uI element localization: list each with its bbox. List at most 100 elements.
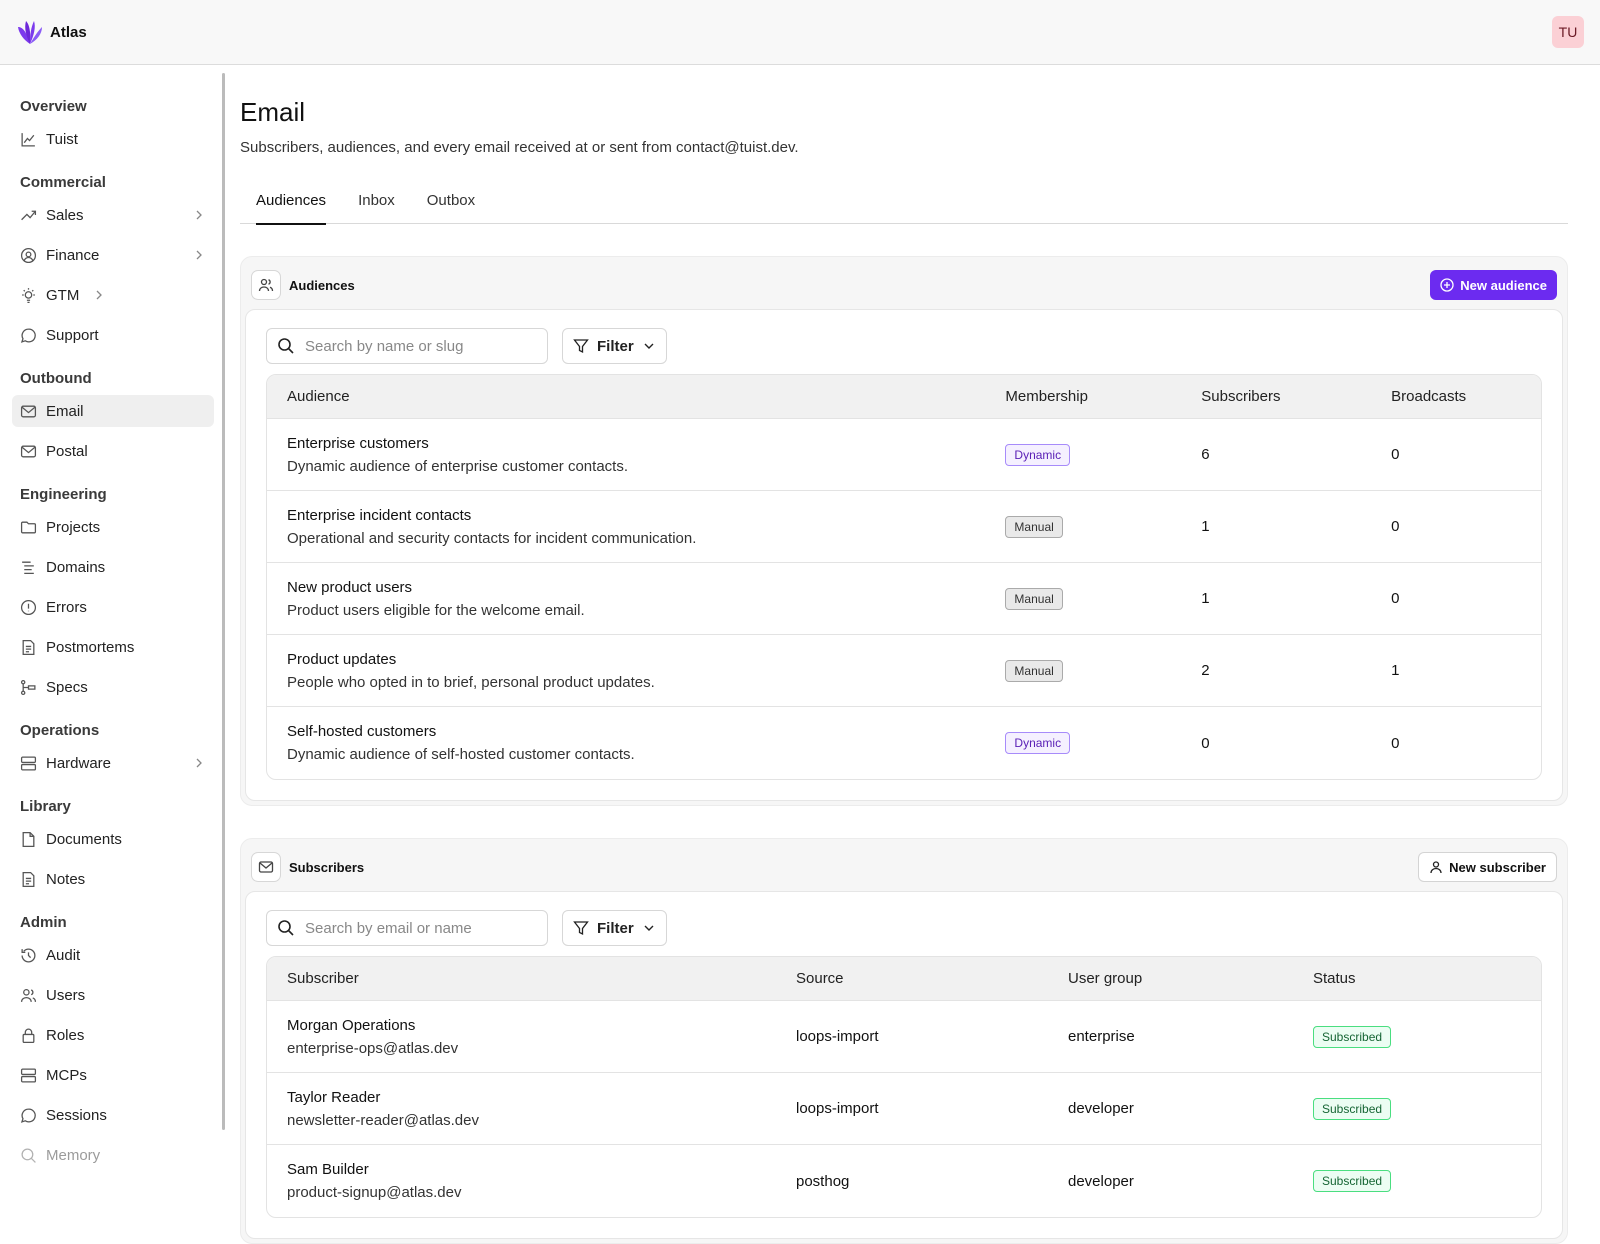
- col-subscribers[interactable]: Subscribers: [1181, 388, 1371, 405]
- audience-name[interactable]: Enterprise customers: [287, 435, 985, 452]
- sidebar-item-label: MCPs: [46, 1066, 87, 1084]
- sidebar-item-label: GTM: [46, 286, 80, 304]
- user-avatar[interactable]: TU: [1552, 16, 1584, 48]
- table-row[interactable]: Sam Builder product-signup@atlas.dev posth…: [267, 1145, 1541, 1217]
- sidebar-item-sessions[interactable]: Sessions: [12, 1099, 214, 1131]
- col-source[interactable]: Source: [776, 970, 1048, 987]
- table-row[interactable]: New product users Product users eligible …: [267, 563, 1541, 635]
- main-content: Email Subscribers, audiences, and every …: [240, 65, 1568, 1244]
- audiences-table: Audience Membership Subscribers Broadcas…: [266, 374, 1542, 780]
- col-status[interactable]: Status: [1293, 970, 1533, 987]
- subscriber-email: newsletter-reader@atlas.dev: [287, 1111, 479, 1129]
- sidebar-item-email[interactable]: Email: [12, 395, 214, 427]
- sidebar-item-label: Postmortems: [46, 638, 135, 656]
- audience-name[interactable]: Product updates: [287, 651, 985, 668]
- table-row[interactable]: Product updates People who opted in to br…: [267, 635, 1541, 707]
- status-badge: Subscribed: [1313, 1025, 1392, 1048]
- sidebar-item-audit[interactable]: Audit: [12, 939, 214, 971]
- sidebar-item-postal[interactable]: Postal: [12, 435, 214, 467]
- audience-search-input[interactable]: Search by name or slug: [266, 328, 548, 364]
- sidebar-item-label: Domains: [46, 558, 106, 576]
- sidebar-item-label: Hardware: [46, 754, 112, 772]
- sidebar-item-memory[interactable]: Memory: [12, 1139, 214, 1171]
- sidebar-item-roles[interactable]: Roles: [12, 1019, 214, 1051]
- sidebar-item-projects[interactable]: Projects: [12, 511, 214, 543]
- sidebar-item-mcps[interactable]: MCPs: [12, 1059, 214, 1091]
- col-audience[interactable]: Audience: [267, 388, 985, 405]
- col-membership[interactable]: Membership: [985, 388, 1181, 405]
- subscriber-email: enterprise-ops@atlas.dev: [287, 1039, 459, 1057]
- doc-icon: [20, 639, 37, 656]
- sidebar-item-label: Roles: [46, 1026, 85, 1044]
- membership-badge: Manual: [1005, 659, 1063, 682]
- sidebar-item-sales[interactable]: Sales: [12, 199, 214, 231]
- subscriber-count: 1: [1201, 518, 1210, 535]
- sidebar-item-support[interactable]: Support: [12, 319, 214, 351]
- sidebar-item-users[interactable]: Users: [12, 979, 214, 1011]
- sidebar-item-tuist[interactable]: Tuist: [12, 123, 214, 155]
- col-broadcasts[interactable]: Broadcasts: [1371, 388, 1541, 405]
- tab-inbox[interactable]: Inbox: [342, 192, 411, 224]
- sidebar-item-domains[interactable]: Domains: [12, 551, 214, 583]
- alert-icon: [20, 599, 37, 616]
- status-badge: Subscribed: [1313, 1170, 1392, 1192]
- subscriber-name[interactable]: Sam Builder: [287, 1161, 776, 1178]
- sidebar-item-specs[interactable]: Specs: [12, 671, 214, 703]
- sidebar-item-label: Users: [46, 986, 86, 1004]
- broadcast-count: 1: [1391, 662, 1400, 679]
- sidebar-item-label: Memory: [46, 1146, 101, 1164]
- sidebar-item-label: Tuist: [46, 130, 78, 148]
- sidebar-item-notes[interactable]: Notes: [12, 863, 214, 895]
- sidebar-scrollbar[interactable]: [222, 73, 225, 1130]
- brand[interactable]: Atlas: [16, 18, 87, 46]
- subscriber-filter-button[interactable]: Filter: [562, 910, 667, 946]
- chevron-right-icon: [92, 288, 106, 302]
- table-row[interactable]: Enterprise customers Dynamic audience of …: [267, 419, 1541, 491]
- audience-description: People who opted in to brief, personal p…: [287, 673, 655, 691]
- col-user-group[interactable]: User group: [1048, 970, 1293, 987]
- table-row[interactable]: Taylor Reader newsletter-reader@atlas.dev…: [267, 1073, 1541, 1145]
- audience-name[interactable]: New product users: [287, 579, 985, 596]
- atlas-logo-icon: [16, 18, 44, 46]
- sidebar-item-label: Postal: [46, 442, 88, 460]
- user-icon: [1429, 860, 1443, 874]
- page-subtitle: Subscribers, audiences, and every email …: [240, 139, 799, 156]
- table-row[interactable]: Self-hosted customers Dynamic audience of…: [267, 707, 1541, 779]
- sidebar-item-finance[interactable]: Finance: [12, 239, 214, 271]
- subscriber-source: loops-import: [796, 1100, 879, 1117]
- table-row[interactable]: Enterprise incident contacts Operational …: [267, 491, 1541, 563]
- subscribers-heading: Subscribers: [289, 859, 365, 875]
- table-row[interactable]: Morgan Operations enterprise-ops@atlas.de…: [267, 1001, 1541, 1073]
- col-subscriber[interactable]: Subscriber: [267, 970, 776, 987]
- audience-name[interactable]: Self-hosted customers: [287, 723, 985, 740]
- tab-outbox[interactable]: Outbox: [411, 192, 491, 224]
- membership-badge: Dynamic: [1005, 443, 1071, 466]
- sidebar-item-documents[interactable]: Documents: [12, 823, 214, 855]
- subscriber-name[interactable]: Taylor Reader: [287, 1089, 776, 1106]
- chat-icon: [20, 1107, 37, 1124]
- plus-circle-icon: [1440, 278, 1454, 292]
- audience-name[interactable]: Enterprise incident contacts: [287, 507, 985, 524]
- subscriber-user-group: developer: [1068, 1100, 1134, 1117]
- sidebar-item-gtm[interactable]: GTM: [12, 279, 214, 311]
- subscriber-search-placeholder: Search by email or name: [305, 919, 472, 937]
- broadcast-count: 0: [1391, 518, 1400, 535]
- sidebar-item-errors[interactable]: Errors: [12, 591, 214, 623]
- sidebar-item-label: Projects: [46, 518, 101, 536]
- new-audience-button[interactable]: New audience: [1430, 270, 1557, 300]
- sidebar-item-postmortems[interactable]: Postmortems: [12, 631, 214, 663]
- subscriber-source: posthog: [796, 1172, 850, 1190]
- tab-audiences[interactable]: Audiences: [240, 192, 342, 225]
- chevron-down-icon: [642, 339, 656, 353]
- sidebar-group-library: Library Documents Notes: [0, 797, 226, 895]
- top-bar: Atlas TU: [0, 0, 1600, 65]
- subscriber-name[interactable]: Morgan Operations: [287, 1017, 776, 1034]
- new-subscriber-button[interactable]: New subscriber: [1418, 852, 1557, 882]
- audience-filter-button[interactable]: Filter: [562, 328, 667, 364]
- sidebar-item-hardware[interactable]: Hardware: [12, 747, 214, 779]
- subscriber-search-input[interactable]: Search by email or name: [266, 910, 548, 946]
- broadcast-count: 0: [1391, 446, 1400, 463]
- sidebar-item-label: Email: [46, 402, 84, 420]
- chevron-right-icon: [192, 208, 206, 222]
- new-audience-label: New audience: [1460, 277, 1547, 293]
